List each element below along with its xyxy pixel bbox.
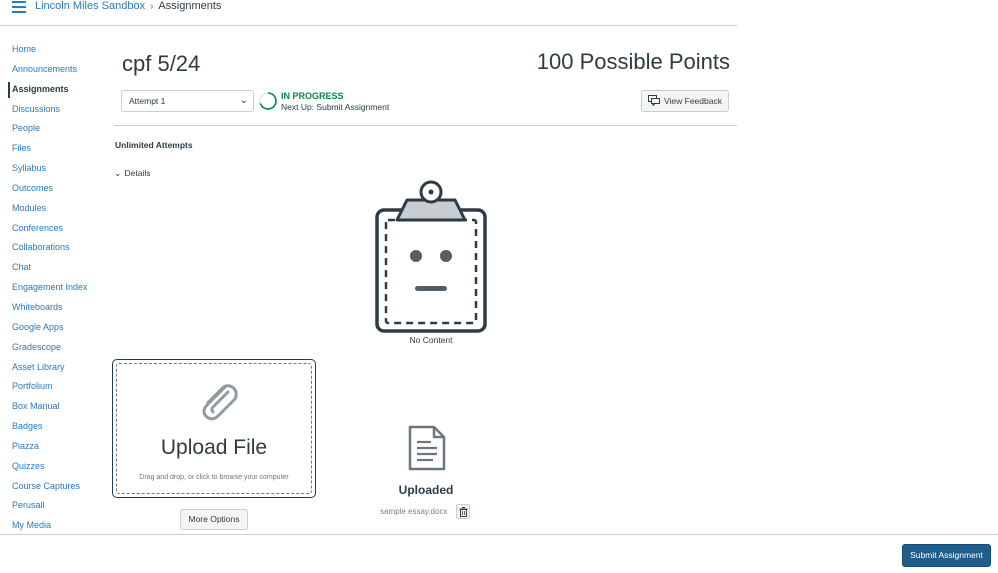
nav-item-quizzes[interactable]: Quizzes [0,457,100,477]
nav-item-people[interactable]: People [0,119,100,139]
clipboard-illustration-icon [375,180,487,333]
no-content-label: No Content [409,335,453,345]
nav-item-asset-library[interactable]: Asset Library [0,358,100,378]
upload-file-title: Upload File [160,436,268,459]
uploaded-label: Uploaded [398,483,454,497]
nav-item-home[interactable]: Home [0,40,100,60]
document-icon [408,425,446,471]
paperclip-icon [202,384,238,421]
attempt-select-value: Attempt 1 [129,96,166,106]
nav-item-google-apps[interactable]: Google Apps [0,318,100,338]
nav-item-assignments[interactable]: Assignments [0,80,100,100]
nav-item-syllabus[interactable]: Syllabus [0,159,100,179]
nav-item-discussions[interactable]: Discussions [0,100,100,120]
footer-bar [0,534,998,573]
view-feedback-button[interactable]: View Feedback [641,90,729,112]
breadcrumb-current: Assignments [158,0,222,12]
nav-item-piazza[interactable]: Piazza [0,437,100,457]
next-up-text: Next Up: Submit Assignment [281,102,390,112]
hamburger-menu-icon[interactable] [12,1,26,13]
course-navigation: Home Announcements Assignments Discussions P… [0,40,100,536]
nav-item-badges[interactable]: Badges [0,417,100,437]
nav-item-conferences[interactable]: Conferences [0,219,100,239]
trash-icon [459,507,468,517]
upload-dropzone-inner: Upload File Drag and drop, or click to b… [116,363,312,494]
top-bar: Lincoln Miles Sandbox › Assignments [0,0,737,26]
nav-item-files[interactable]: Files [0,139,100,159]
nav-item-modules[interactable]: Modules [0,199,100,219]
more-options-button[interactable]: More Options [180,509,248,530]
feedback-icon [648,95,660,106]
breadcrumb: Lincoln Miles Sandbox › Assignments [35,0,221,13]
details-toggle[interactable]: ⌄ Details [114,168,151,179]
chevron-down-icon: ⌄ [114,168,122,178]
breadcrumb-separator: › [150,1,154,12]
upload-hint-text: Drag and drop, or click to browse your c… [139,474,289,481]
nav-item-course-captures[interactable]: Course Captures [0,477,100,497]
attempts-info: Unlimited Attempts [115,140,193,150]
status-badge: IN PROGRESS [281,91,344,101]
header-divider [114,125,737,126]
progress-ring-icon [259,92,277,110]
uploaded-file-name: sample essay.docx [380,507,448,516]
nav-item-whiteboards[interactable]: Whiteboards [0,298,100,318]
upload-file-dropzone[interactable]: Upload File Drag and drop, or click to b… [112,359,316,498]
nav-item-collaborations[interactable]: Collaborations [0,238,100,258]
nav-item-gradescope[interactable]: Gradescope [0,338,100,358]
nav-item-announcements[interactable]: Announcements [0,60,100,80]
delete-file-button[interactable] [456,504,470,519]
assignment-title: cpf 5/24 [122,51,201,76]
details-label: Details [124,168,151,178]
nav-item-box-manual[interactable]: Box Manual [0,397,100,417]
breadcrumb-course-link[interactable]: Lincoln Miles Sandbox [35,0,145,12]
nav-item-perusall[interactable]: Perusall [0,496,100,516]
nav-item-outcomes[interactable]: Outcomes [0,179,100,199]
chevron-down-icon: ⌄ [239,95,248,106]
submit-assignment-button[interactable]: Submit Assignment [902,544,991,567]
nav-item-chat[interactable]: Chat [0,258,100,278]
view-feedback-label: View Feedback [664,96,722,106]
nav-item-engagement-index[interactable]: Engagement Index [0,278,100,298]
nav-item-portfolium[interactable]: Portfolium [0,377,100,397]
possible-points: 100 Possible Points [536,49,730,74]
attempt-select[interactable]: Attempt 1 ⌄ [121,90,254,112]
